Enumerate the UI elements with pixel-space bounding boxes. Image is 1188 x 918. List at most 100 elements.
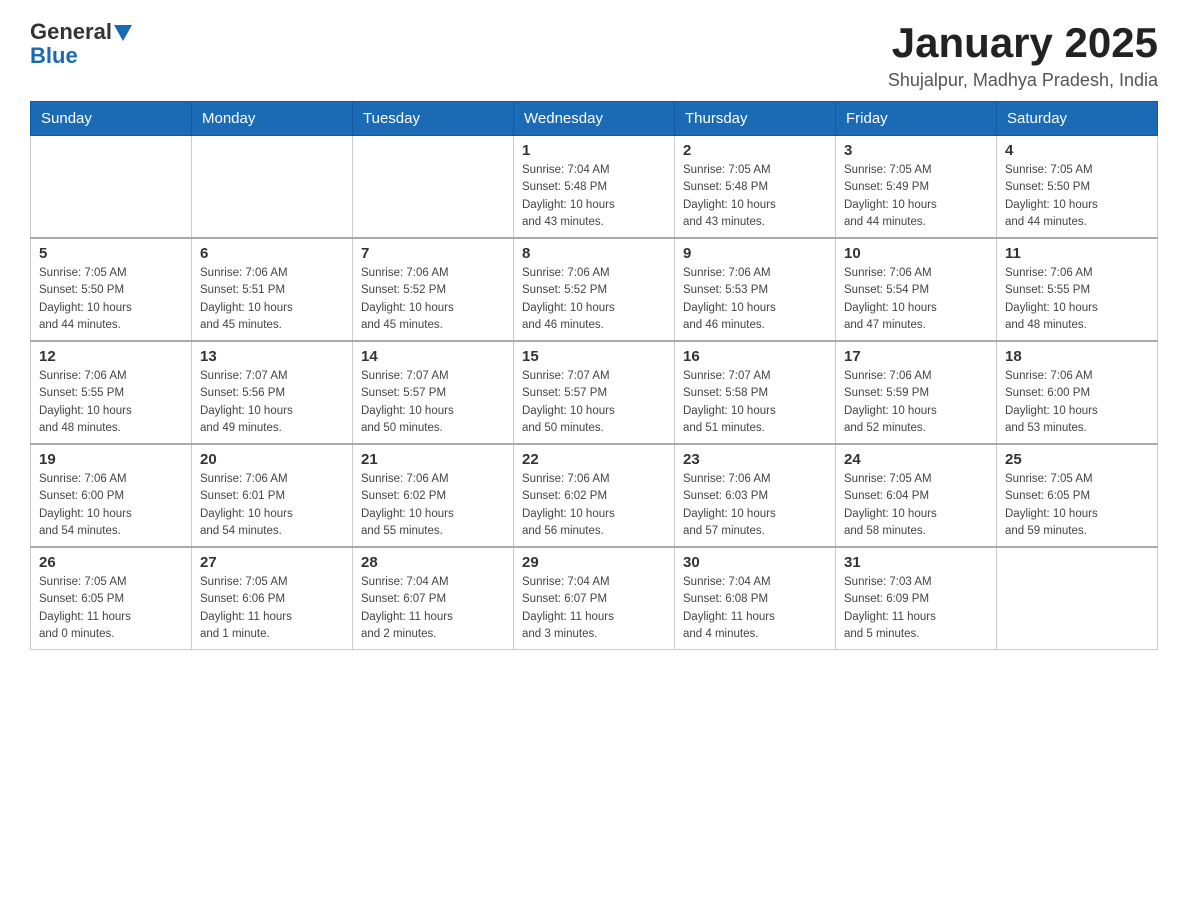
calendar-cell: 20Sunrise: 7:06 AM Sunset: 6:01 PM Dayli… [192, 444, 353, 547]
day-number: 13 [200, 348, 344, 365]
day-number: 2 [683, 142, 827, 159]
day-info: Sunrise: 7:04 AM Sunset: 6:07 PM Dayligh… [361, 574, 505, 643]
day-info: Sunrise: 7:06 AM Sunset: 5:52 PM Dayligh… [522, 265, 666, 334]
day-info: Sunrise: 7:06 AM Sunset: 5:52 PM Dayligh… [361, 265, 505, 334]
col-header-tuesday: Tuesday [353, 102, 514, 136]
day-info: Sunrise: 7:06 AM Sunset: 5:59 PM Dayligh… [844, 368, 988, 437]
day-info: Sunrise: 7:06 AM Sunset: 5:55 PM Dayligh… [39, 368, 183, 437]
page-subtitle: Shujalpur, Madhya Pradesh, India [888, 70, 1158, 91]
day-number: 9 [683, 245, 827, 262]
calendar-table: SundayMondayTuesdayWednesdayThursdayFrid… [30, 101, 1158, 650]
day-info: Sunrise: 7:04 AM Sunset: 6:08 PM Dayligh… [683, 574, 827, 643]
day-number: 12 [39, 348, 183, 365]
calendar-cell: 11 Sunrise: 7:06 AM Sunset: 5:55 PM Dayli… [997, 238, 1158, 341]
calendar-cell: 31Sunrise: 7:03 AM Sunset: 6:09 PM Dayli… [836, 547, 997, 650]
day-info: Sunrise: 7:05 AM Sunset: 5:49 PM Dayligh… [844, 162, 988, 231]
day-info: Sunrise: 7:06 AM Sunset: 6:00 PM Dayligh… [1005, 368, 1149, 437]
logo-general-text: General [30, 20, 112, 44]
day-number: 7 [361, 245, 505, 262]
col-header-saturday: Saturday [997, 102, 1158, 136]
day-info: Sunrise: 7:05 AM Sunset: 6:05 PM Dayligh… [39, 574, 183, 643]
calendar-cell: 21Sunrise: 7:06 AM Sunset: 6:02 PM Dayli… [353, 444, 514, 547]
calendar-week-2: 5 Sunrise: 7:05 AM Sunset: 5:50 PM Daylig… [31, 238, 1158, 341]
calendar-cell: 8 Sunrise: 7:06 AM Sunset: 5:52 PM Daylig… [514, 238, 675, 341]
day-info: Sunrise: 7:06 AM Sunset: 5:55 PM Dayligh… [1005, 265, 1149, 334]
calendar-cell [353, 136, 514, 239]
day-number: 22 [522, 451, 666, 468]
day-number: 20 [200, 451, 344, 468]
calendar-cell: 14Sunrise: 7:07 AM Sunset: 5:57 PM Dayli… [353, 341, 514, 444]
calendar-cell: 25 Sunrise: 7:05 AM Sunset: 6:05 PM Dayli… [997, 444, 1158, 547]
day-info: Sunrise: 7:06 AM Sunset: 6:02 PM Dayligh… [361, 471, 505, 540]
calendar-cell: 12 Sunrise: 7:06 AM Sunset: 5:55 PM Dayli… [31, 341, 192, 444]
calendar-cell: 22 Sunrise: 7:06 AM Sunset: 6:02 PM Dayli… [514, 444, 675, 547]
day-info: Sunrise: 7:06 AM Sunset: 6:02 PM Dayligh… [522, 471, 666, 540]
calendar-cell: 18 Sunrise: 7:06 AM Sunset: 6:00 PM Dayli… [997, 341, 1158, 444]
day-info: Sunrise: 7:06 AM Sunset: 6:00 PM Dayligh… [39, 471, 183, 540]
day-info: Sunrise: 7:07 AM Sunset: 5:57 PM Dayligh… [522, 368, 666, 437]
day-info: Sunrise: 7:07 AM Sunset: 5:58 PM Dayligh… [683, 368, 827, 437]
day-info: Sunrise: 7:04 AM Sunset: 5:48 PM Dayligh… [522, 162, 666, 231]
logo: General Blue [30, 20, 132, 68]
day-info: Sunrise: 7:05 AM Sunset: 5:50 PM Dayligh… [39, 265, 183, 334]
day-number: 10 [844, 245, 988, 262]
day-info: Sunrise: 7:05 AM Sunset: 5:48 PM Dayligh… [683, 162, 827, 231]
day-info: Sunrise: 7:05 AM Sunset: 5:50 PM Dayligh… [1005, 162, 1149, 231]
day-info: Sunrise: 7:05 AM Sunset: 6:06 PM Dayligh… [200, 574, 344, 643]
day-number: 30 [683, 554, 827, 571]
day-number: 8 [522, 245, 666, 262]
calendar-cell: 9 Sunrise: 7:06 AM Sunset: 5:53 PM Daylig… [675, 238, 836, 341]
day-number: 16 [683, 348, 827, 365]
day-number: 14 [361, 348, 505, 365]
day-number: 29 [522, 554, 666, 571]
calendar-cell [997, 547, 1158, 650]
col-header-thursday: Thursday [675, 102, 836, 136]
day-number: 11 [1005, 245, 1149, 262]
calendar-cell: 15 Sunrise: 7:07 AM Sunset: 5:57 PM Dayli… [514, 341, 675, 444]
day-number: 25 [1005, 451, 1149, 468]
calendar-cell: 4 Sunrise: 7:05 AM Sunset: 5:50 PM Daylig… [997, 136, 1158, 239]
calendar-cell: 16 Sunrise: 7:07 AM Sunset: 5:58 PM Dayli… [675, 341, 836, 444]
calendar-cell [31, 136, 192, 239]
day-number: 31 [844, 554, 988, 571]
day-number: 18 [1005, 348, 1149, 365]
title-area: January 2025 Shujalpur, Madhya Pradesh, … [888, 20, 1158, 91]
calendar-cell: 30 Sunrise: 7:04 AM Sunset: 6:08 PM Dayli… [675, 547, 836, 650]
calendar-cell: 24Sunrise: 7:05 AM Sunset: 6:04 PM Dayli… [836, 444, 997, 547]
day-info: Sunrise: 7:06 AM Sunset: 5:54 PM Dayligh… [844, 265, 988, 334]
calendar-week-4: 19Sunrise: 7:06 AM Sunset: 6:00 PM Dayli… [31, 444, 1158, 547]
calendar-week-5: 26 Sunrise: 7:05 AM Sunset: 6:05 PM Dayli… [31, 547, 1158, 650]
calendar-cell: 6Sunrise: 7:06 AM Sunset: 5:51 PM Daylig… [192, 238, 353, 341]
day-info: Sunrise: 7:06 AM Sunset: 6:03 PM Dayligh… [683, 471, 827, 540]
day-info: Sunrise: 7:04 AM Sunset: 6:07 PM Dayligh… [522, 574, 666, 643]
calendar-cell: 10 Sunrise: 7:06 AM Sunset: 5:54 PM Dayli… [836, 238, 997, 341]
calendar-cell: 28 Sunrise: 7:04 AM Sunset: 6:07 PM Dayli… [353, 547, 514, 650]
calendar-cell: 5 Sunrise: 7:05 AM Sunset: 5:50 PM Daylig… [31, 238, 192, 341]
col-header-sunday: Sunday [31, 102, 192, 136]
day-number: 15 [522, 348, 666, 365]
day-number: 28 [361, 554, 505, 571]
day-number: 23 [683, 451, 827, 468]
day-number: 5 [39, 245, 183, 262]
day-number: 3 [844, 142, 988, 159]
calendar-cell: 27 Sunrise: 7:05 AM Sunset: 6:06 PM Dayli… [192, 547, 353, 650]
day-info: Sunrise: 7:06 AM Sunset: 5:53 PM Dayligh… [683, 265, 827, 334]
day-info: Sunrise: 7:05 AM Sunset: 6:04 PM Dayligh… [844, 471, 988, 540]
col-header-wednesday: Wednesday [514, 102, 675, 136]
day-info: Sunrise: 7:05 AM Sunset: 6:05 PM Dayligh… [1005, 471, 1149, 540]
day-number: 4 [1005, 142, 1149, 159]
day-number: 26 [39, 554, 183, 571]
calendar-cell: 17 Sunrise: 7:06 AM Sunset: 5:59 PM Dayli… [836, 341, 997, 444]
calendar-header-row: SundayMondayTuesdayWednesdayThursdayFrid… [31, 102, 1158, 136]
col-header-friday: Friday [836, 102, 997, 136]
calendar-week-1: 1Sunrise: 7:04 AM Sunset: 5:48 PM Daylig… [31, 136, 1158, 239]
day-number: 27 [200, 554, 344, 571]
calendar-cell: 23 Sunrise: 7:06 AM Sunset: 6:03 PM Dayli… [675, 444, 836, 547]
day-number: 17 [844, 348, 988, 365]
page-title: January 2025 [888, 20, 1158, 66]
logo-blue-text: Blue [30, 43, 78, 68]
calendar-cell: 7 Sunrise: 7:06 AM Sunset: 5:52 PM Daylig… [353, 238, 514, 341]
calendar-cell: 19Sunrise: 7:06 AM Sunset: 6:00 PM Dayli… [31, 444, 192, 547]
calendar-cell: 1Sunrise: 7:04 AM Sunset: 5:48 PM Daylig… [514, 136, 675, 239]
col-header-monday: Monday [192, 102, 353, 136]
